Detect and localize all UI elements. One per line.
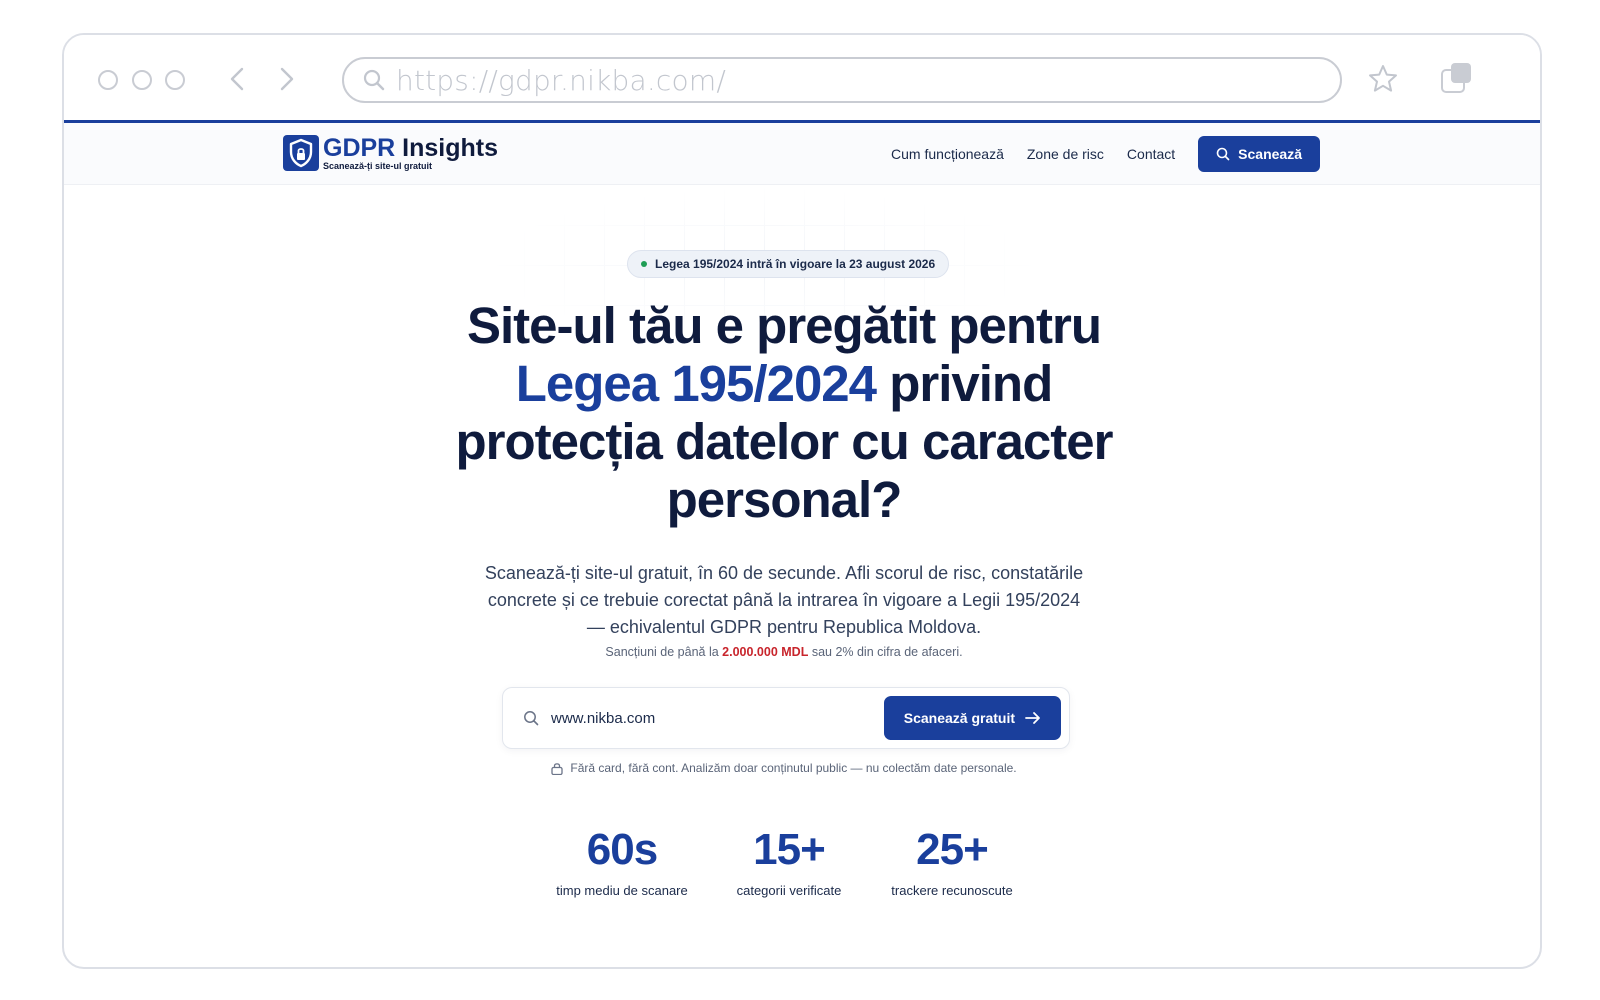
search-icon xyxy=(1216,147,1230,161)
website-url-input[interactable] xyxy=(551,709,871,727)
address-bar-url: https://gdpr.nikba.com/ xyxy=(396,63,726,97)
status-dot xyxy=(641,261,647,267)
search-icon xyxy=(363,69,385,91)
arrow-right-icon xyxy=(1025,712,1040,724)
scan-form: Scanează gratuit xyxy=(502,687,1070,749)
stat-value: 60s xyxy=(586,825,658,874)
hero-description: Scanează-ți site-ul gratuit, în 60 de se… xyxy=(484,563,1084,637)
shield-lock-icon xyxy=(283,135,319,171)
header-scan-label: Scanează xyxy=(1238,146,1302,162)
tabs-icon[interactable] xyxy=(1440,61,1474,95)
window-maximize-button[interactable] xyxy=(165,70,185,90)
stat-label: timp mediu de scanare xyxy=(556,883,688,898)
badge-text: Legea 195/2024 intră în vigoare la 23 au… xyxy=(655,257,936,271)
logo-subtitle: Scanează-ți site-ul gratuit xyxy=(323,160,433,171)
privacy-note: Fără card, fără cont. Analizăm doar conț… xyxy=(484,761,1084,775)
stat-trackers: 25+ trackere recunoscute xyxy=(872,825,1032,898)
logo-title: GDPR Insights xyxy=(323,133,499,162)
lock-icon xyxy=(551,762,564,775)
scan-free-label: Scanează gratuit xyxy=(903,710,1015,726)
scan-free-button[interactable]: Scanează gratuit xyxy=(883,696,1061,740)
sanction-amount: 2.000.000 MDL xyxy=(722,645,809,659)
window-close-button[interactable] xyxy=(98,70,118,90)
browser-window: https://gdpr.nikba.com/ GDPR Insights Sc… xyxy=(62,33,1542,969)
stat-value: 25+ xyxy=(916,825,989,874)
star-icon[interactable] xyxy=(1367,63,1399,95)
header-scan-button[interactable]: Scanează xyxy=(1198,136,1320,172)
stat-label: categorii verificate xyxy=(736,883,842,898)
law-date-badge: Legea 195/2024 intră în vigoare la 23 au… xyxy=(627,250,950,278)
stat-label: trackere recunoscute xyxy=(891,883,1013,898)
logo[interactable]: GDPR Insights Scanează-ți site-ul gratui… xyxy=(283,135,498,171)
stat-categories: 15+ categorii verificate xyxy=(709,825,869,898)
address-bar[interactable]: https://gdpr.nikba.com/ xyxy=(342,57,1342,103)
stat-scan-time: 60s timp mediu de scanare xyxy=(542,825,702,898)
window-minimize-button[interactable] xyxy=(132,70,152,90)
main-nav: Cum funcționează Zone de risc Contact Sc… xyxy=(891,136,1320,172)
nav-link-contact[interactable]: Contact xyxy=(1127,146,1175,162)
nav-link-risk-zones[interactable]: Zone de risc xyxy=(1027,146,1104,162)
nav-link-how-it-works[interactable]: Cum funcționează xyxy=(891,146,1004,162)
stat-value: 15+ xyxy=(753,825,826,874)
site-header: GDPR Insights Scanează-ți site-ul gratui… xyxy=(64,123,1540,185)
page-title: Site-ul tău e pregătit pentru Legea 195/… xyxy=(455,297,1114,528)
search-icon xyxy=(524,711,539,726)
back-icon[interactable] xyxy=(224,65,252,93)
forward-icon[interactable] xyxy=(272,65,300,93)
browser-toolbar: https://gdpr.nikba.com/ xyxy=(64,35,1540,123)
sanction-note: Sancțiuni de până la 2.000.000 MDL sau 2… xyxy=(605,645,963,659)
privacy-text: Fără card, fără cont. Analizăm doar conț… xyxy=(570,761,1017,775)
